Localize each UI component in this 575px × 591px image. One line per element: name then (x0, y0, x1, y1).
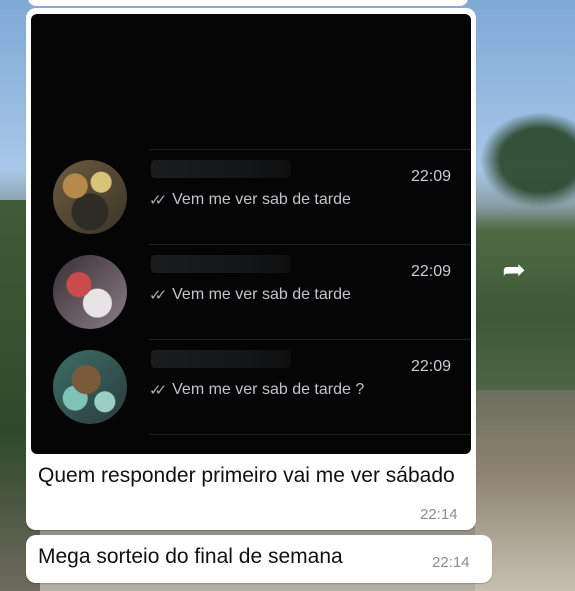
chat-list-row: 22:09 ✓✓ Vem me ver sab de tarde (31, 247, 471, 341)
row-divider (149, 149, 471, 150)
forwarded-screenshot[interactable]: 22:09 ✓✓ Vem me ver sab de tarde 22:09 ✓… (31, 14, 471, 454)
caption-timestamp: 22:14 (420, 506, 458, 523)
row-divider (149, 434, 471, 435)
blurred-avatar (53, 160, 127, 234)
preview-text: Vem me ver sab de tarde (172, 286, 351, 303)
previous-message-bubble[interactable] (28, 0, 468, 6)
chat-list-row: 22:09 ✓✓ Vem me ver sab de tarde ? (31, 342, 471, 436)
row-preview: ✓✓ Vem me ver sab de tarde (149, 191, 351, 209)
row-preview: ✓✓ Vem me ver sab de tarde (149, 286, 351, 304)
text-message-bubble[interactable]: Mega sorteio do final de semana 22:14 (26, 535, 492, 583)
double-check-icon: ✓✓ (149, 192, 167, 209)
row-time: 22:09 (410, 358, 451, 375)
preview-text: Vem me ver sab de tarde ? (172, 381, 365, 398)
row-preview: ✓✓ Vem me ver sab de tarde ? (149, 381, 364, 399)
message-text: Mega sorteio do final de semana (38, 545, 343, 568)
row-divider (149, 244, 471, 245)
share-arrow-icon[interactable]: ➦ (494, 253, 534, 287)
double-check-icon: ✓✓ (149, 382, 167, 399)
double-check-icon: ✓✓ (149, 287, 167, 304)
row-time: 22:09 (410, 263, 451, 280)
blurred-contact-name (151, 255, 291, 273)
message-timestamp: 22:14 (432, 554, 470, 571)
blurred-contact-name (151, 160, 291, 178)
blurred-avatar (53, 255, 127, 329)
chat-list-row: 22:09 ✓✓ Vem me ver sab de tarde (31, 152, 471, 246)
image-caption: Quem responder primeiro vai me ver sábad… (38, 464, 455, 487)
row-divider (149, 339, 471, 340)
row-time: 22:09 (410, 168, 451, 185)
blurred-avatar (53, 350, 127, 424)
preview-text: Vem me ver sab de tarde (172, 191, 351, 208)
blurred-contact-name (151, 350, 291, 368)
